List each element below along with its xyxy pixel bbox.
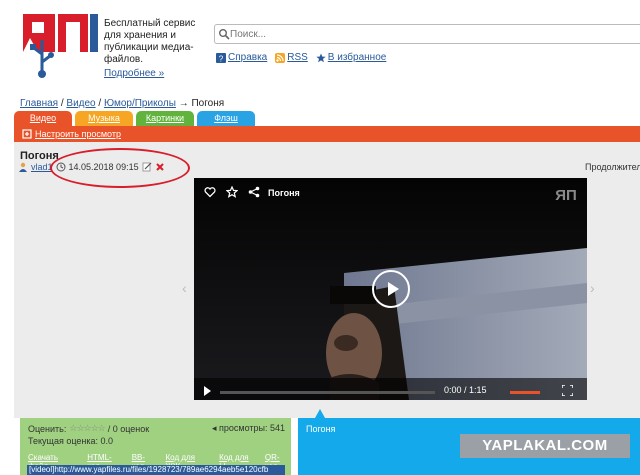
settings-link[interactable]: Настроить просмотр <box>22 129 121 139</box>
page-title: Погоня <box>20 150 59 162</box>
time-separator: / <box>461 385 470 395</box>
player-time: 0:00 / 1:15 <box>444 385 487 395</box>
eye-icon: ◂ <box>211 423 217 433</box>
rss-icon <box>275 52 286 63</box>
total-time: 1:15 <box>469 385 487 395</box>
top-links: ? Справка RSS В избранное <box>216 52 386 63</box>
play-small-icon[interactable] <box>204 386 211 396</box>
search-input[interactable] <box>214 24 640 44</box>
description-title: Погоня <box>306 424 336 434</box>
player-controls: 0:00 / 1:15 <box>194 382 587 400</box>
heart-icon[interactable] <box>204 186 216 198</box>
player-logo-icon: ЯП <box>555 187 577 204</box>
help-link[interactable]: ? Справка <box>216 52 267 63</box>
current-rating: Текущая оценка: 0.0 <box>28 436 114 446</box>
help-icon: ? <box>216 52 226 63</box>
current-time: 0:00 <box>444 385 462 395</box>
watermark: YAPLAKAL.COM <box>460 434 630 458</box>
player-title: Погоня <box>268 188 300 198</box>
star-icon <box>316 53 326 62</box>
rating-panel: Оценить: ☆☆☆☆☆ / 0 оценок ◂ просмотры: 5… <box>20 418 291 475</box>
player-logo-text: ЯП <box>555 187 577 204</box>
panel-pointer <box>315 409 325 418</box>
annotation-ellipse <box>50 148 190 188</box>
settings-icon <box>22 129 32 139</box>
rating-row: Оценить: ☆☆☆☆☆ / 0 оценок <box>28 423 149 434</box>
rss-link[interactable]: RSS <box>275 52 308 63</box>
rating-label: Оценить: <box>28 423 67 434</box>
more-link[interactable]: Подробнее » <box>104 68 164 79</box>
search-icon <box>219 29 230 40</box>
breadcrumb-home[interactable]: Главная <box>20 98 58 109</box>
tab-pictures[interactable]: Картинки <box>136 111 194 126</box>
views-label: просмотры: 541 <box>219 423 285 433</box>
breadcrumb-video[interactable]: Видео <box>66 98 95 109</box>
player-top-bar <box>204 186 260 198</box>
tab-flash[interactable]: Флэш <box>197 111 255 126</box>
user-icon <box>19 162 27 172</box>
share-icon[interactable] <box>248 186 260 198</box>
views-count: ◂ просмотры: 541 <box>212 423 285 434</box>
tab-music[interactable]: Музыка <box>75 111 133 126</box>
category-tabs: Видео Музыка Картинки Флэш <box>14 111 255 126</box>
breadcrumb-humor[interactable]: Юмор/Приколы <box>104 98 176 109</box>
breadcrumb: Главная / Видео / Юмор/Приколы → Погоня <box>20 98 225 109</box>
fullscreen-icon[interactable] <box>562 385 573 396</box>
rating-stars[interactable]: ☆☆☆☆☆ <box>69 423 105 434</box>
star-icon[interactable] <box>226 186 238 198</box>
favorites-link-label: В избранное <box>327 52 387 63</box>
embed-code-field[interactable]: [videol]http://www.yapfiles.ru/files/192… <box>27 465 285 475</box>
site-tagline: Бесплатный сервис для хранения и публика… <box>104 18 196 65</box>
duration-label: Продолжитель <box>585 162 640 172</box>
video-player[interactable]: Погоня ЯП 0:00 / 1:15 <box>194 178 587 400</box>
yapfiles-logo[interactable] <box>20 10 100 80</box>
favorites-link[interactable]: В избранное <box>316 52 387 63</box>
prev-arrow-icon[interactable]: ‹ <box>182 280 187 296</box>
svg-text:?: ? <box>219 54 224 63</box>
help-link-label: Справка <box>228 52 268 63</box>
rating-votes: / 0 оценок <box>107 423 150 434</box>
settings-label: Настроить просмотр <box>35 129 121 139</box>
seek-bar[interactable] <box>220 391 435 394</box>
play-button[interactable] <box>372 270 410 308</box>
volume-bar[interactable] <box>510 391 540 394</box>
site-header: Бесплатный сервис для хранения и публика… <box>0 0 640 88</box>
tab-video[interactable]: Видео <box>14 111 72 126</box>
breadcrumb-current: → Погоня <box>178 98 225 109</box>
rss-link-label: RSS <box>287 52 308 63</box>
next-arrow-icon[interactable]: › <box>590 280 595 296</box>
